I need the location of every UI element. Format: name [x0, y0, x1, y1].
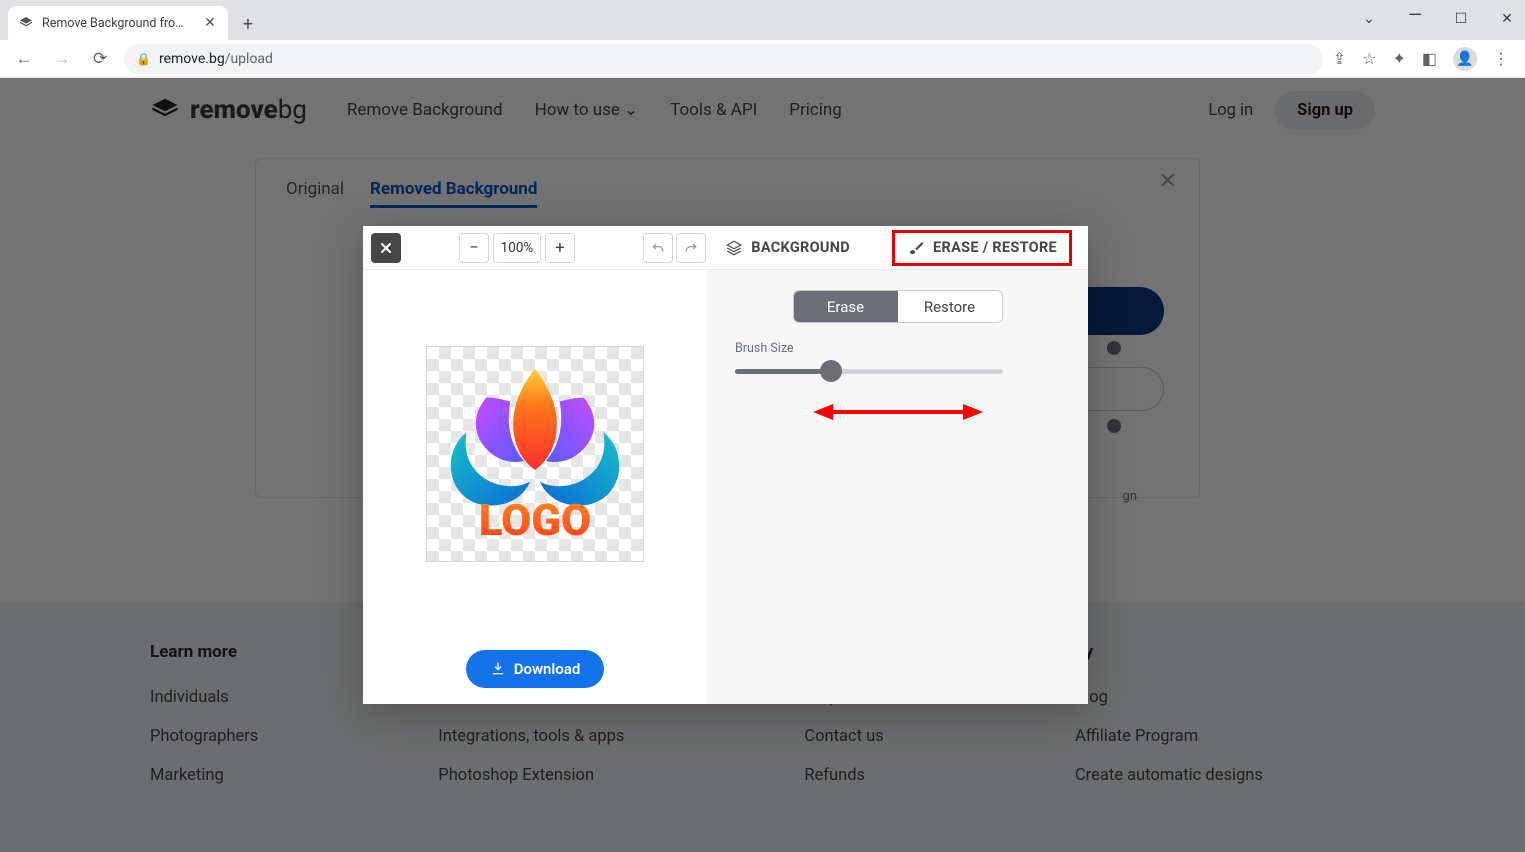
zoom-in-button[interactable]: +	[545, 233, 575, 263]
zoom-out-button[interactable]: −	[459, 233, 489, 263]
window-minimize-icon[interactable]: —	[1403, 5, 1427, 26]
address-bar: ← → ⟳ 🔒 remove.bg/upload ⇪ ☆ ✦ ◧ 👤 ⋮	[0, 40, 1525, 78]
canvas-panel: LOGO Download	[363, 270, 707, 704]
double-arrow-icon	[813, 400, 983, 424]
zoom-input[interactable]	[493, 233, 541, 263]
chrome-actions: ⇪ ☆ ✦ ◧ 👤 ⋮	[1333, 47, 1515, 71]
tab-label: ERASE / RESTORE	[933, 239, 1057, 256]
browser-chrome: Remove Background from Image ✕ + ⌄ — ☐ ✕…	[0, 0, 1525, 78]
tab-erase-restore-panel[interactable]: ERASE / RESTORE	[899, 234, 1065, 262]
nav-back-icon[interactable]: ←	[10, 45, 38, 73]
logo-word: LOGO	[479, 495, 591, 546]
browser-tab[interactable]: Remove Background from Image ✕	[8, 6, 228, 40]
layers-icon	[725, 239, 743, 257]
share-icon[interactable]: ⇪	[1333, 49, 1346, 68]
controls-panel: Erase Restore Brush Size	[707, 270, 1088, 704]
tab-favicon-icon	[18, 15, 34, 31]
brush-icon	[907, 239, 925, 257]
brush-size-slider[interactable]	[735, 360, 1003, 382]
nav-forward-icon[interactable]: →	[48, 45, 76, 73]
annotation-highlight-box: ERASE / RESTORE	[892, 230, 1072, 266]
image-canvas[interactable]: LOGO	[426, 346, 644, 562]
new-tab-button[interactable]: +	[234, 10, 262, 38]
segment-erase[interactable]: Erase	[794, 291, 898, 322]
profile-avatar-icon[interactable]: 👤	[1453, 47, 1477, 71]
url-field[interactable]: 🔒 remove.bg/upload	[124, 44, 1323, 74]
tab-close-icon[interactable]: ✕	[202, 15, 218, 31]
chevron-down-icon[interactable]: ⌄	[1357, 11, 1381, 27]
extensions-icon[interactable]: ✦	[1392, 49, 1405, 68]
nav-reload-icon[interactable]: ⟳	[86, 45, 114, 73]
redo-icon	[683, 240, 699, 256]
undo-button[interactable]	[643, 233, 673, 263]
url-path: /upload	[225, 51, 273, 67]
slider-thumb[interactable]	[820, 360, 842, 382]
erase-restore-segment: Erase Restore	[793, 290, 1003, 323]
side-panel-icon[interactable]: ◧	[1422, 49, 1437, 68]
close-editor-button[interactable]	[371, 233, 401, 263]
editor-toolbar: − + BACKGROUND ERASE / RESTORE	[363, 226, 1088, 270]
download-button[interactable]: Download	[466, 650, 605, 688]
tab-background-panel[interactable]: BACKGROUND	[717, 234, 858, 262]
tab-label: BACKGROUND	[751, 239, 850, 256]
window-controls: ⌄ — ☐ ✕	[1357, 0, 1519, 38]
download-label: Download	[514, 660, 581, 678]
redo-button[interactable]	[676, 233, 706, 263]
editor-body: LOGO Download Erase Restore Brush Size	[363, 270, 1088, 704]
logo-graphic: LOGO	[427, 347, 643, 561]
lock-icon: 🔒	[136, 52, 151, 66]
editor-modal: − + BACKGROUND ERASE / RESTORE	[363, 226, 1088, 704]
download-icon	[490, 661, 506, 677]
close-icon	[378, 240, 394, 256]
window-close-icon[interactable]: ✕	[1495, 11, 1519, 27]
undo-icon	[650, 240, 666, 256]
kebab-menu-icon[interactable]: ⋮	[1493, 49, 1509, 68]
brush-size-label: Brush Size	[735, 341, 1060, 356]
slider-track-fill	[735, 369, 831, 374]
url-domain: remove.bg	[159, 51, 225, 67]
bookmark-star-icon[interactable]: ☆	[1362, 49, 1376, 68]
annotation-double-arrow	[735, 400, 1060, 424]
page: removebg Remove Background How to use⌄ T…	[0, 78, 1525, 852]
tab-title: Remove Background from Image	[42, 16, 194, 31]
segment-restore[interactable]: Restore	[898, 291, 1002, 322]
tab-strip: Remove Background from Image ✕ + ⌄ — ☐ ✕	[0, 0, 1525, 40]
window-maximize-icon[interactable]: ☐	[1449, 11, 1473, 27]
